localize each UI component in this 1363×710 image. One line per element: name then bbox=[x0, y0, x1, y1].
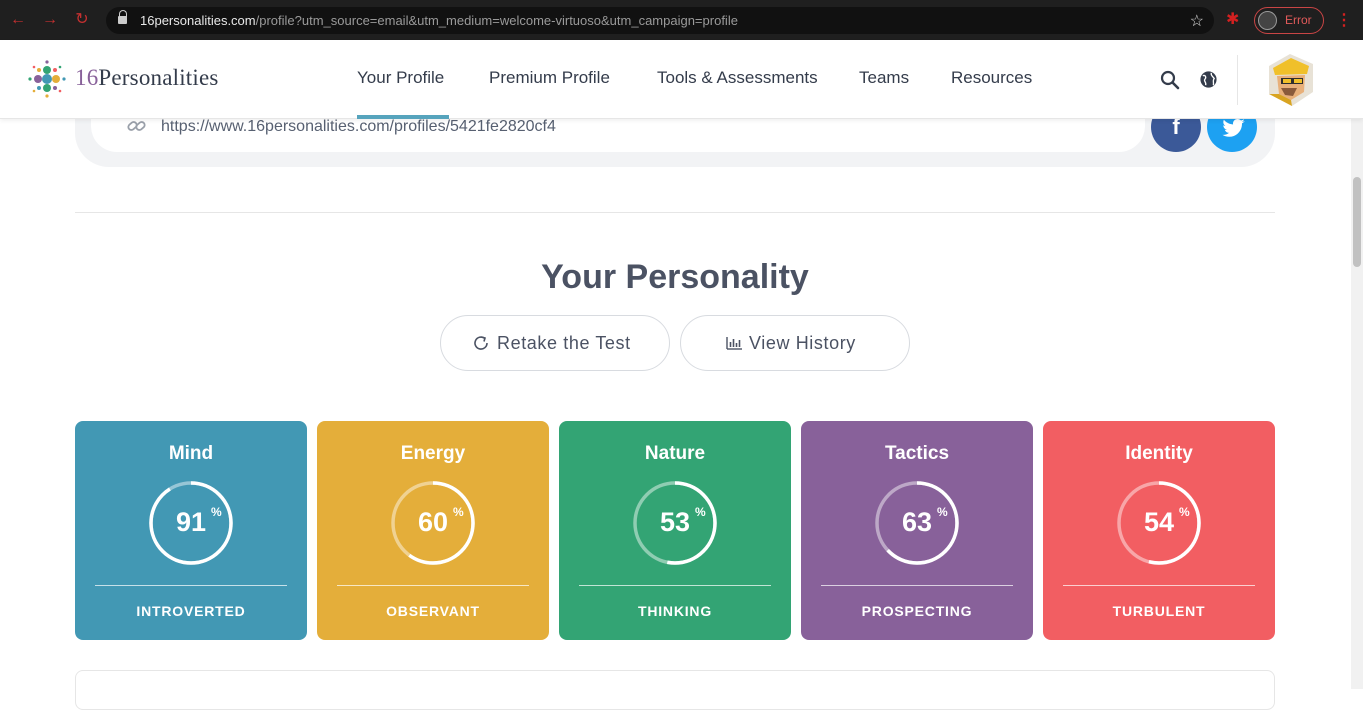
trait-name: Identity bbox=[1125, 443, 1193, 464]
trait-percent: 91 bbox=[175, 507, 207, 537]
percent-sign: % bbox=[211, 505, 222, 519]
avatar bbox=[1258, 11, 1277, 30]
next-section-panel bbox=[75, 670, 1275, 710]
card-divider bbox=[821, 585, 1013, 586]
profile-url[interactable]: https://www.16personalities.com/profiles… bbox=[161, 118, 556, 136]
trait-card-identity[interactable]: Identity 54 % TURBULENT bbox=[1043, 421, 1275, 640]
trait-value: THINKING bbox=[637, 603, 713, 619]
profile-error-button[interactable]: Error bbox=[1254, 7, 1324, 34]
globe-icon[interactable] bbox=[1199, 70, 1218, 89]
section-divider bbox=[75, 212, 1275, 213]
lock-icon bbox=[118, 10, 127, 25]
scrollbar-thumb[interactable] bbox=[1353, 177, 1361, 267]
trait-value: INTROVERTED bbox=[136, 603, 246, 619]
site-header: 16Personalities Your Profile Premium Pro… bbox=[0, 40, 1363, 119]
user-avatar[interactable] bbox=[1257, 48, 1323, 111]
trait-percent: 63 bbox=[901, 507, 933, 537]
trait-card-mind[interactable]: Mind 91 % INTROVERTED bbox=[75, 421, 307, 640]
trait-percent: 54 bbox=[1143, 507, 1175, 537]
browser-toolbar: ← → ↻ 16personalities.com/profile?utm_so… bbox=[0, 0, 1363, 40]
trait-value: OBSERVANT bbox=[386, 603, 480, 619]
nav-your-profile[interactable]: Your Profile bbox=[357, 68, 444, 88]
search-icon[interactable] bbox=[1160, 70, 1180, 90]
percent-sign: % bbox=[937, 505, 948, 519]
card-divider bbox=[579, 585, 771, 586]
percent-sign: % bbox=[695, 505, 706, 519]
retake-test-label: Retake the Test bbox=[497, 333, 631, 353]
nav-teams[interactable]: Teams bbox=[859, 68, 909, 88]
nav-premium-profile[interactable]: Premium Profile bbox=[489, 68, 610, 88]
address-url[interactable]: 16personalities.com/profile?utm_source=e… bbox=[140, 13, 738, 28]
back-arrow-icon[interactable]: ← bbox=[8, 10, 28, 30]
trait-card-energy[interactable]: Energy 60 % OBSERVANT bbox=[317, 421, 549, 640]
card-divider bbox=[1063, 585, 1255, 586]
card-divider bbox=[95, 585, 287, 586]
trait-name: Tactics bbox=[884, 443, 950, 464]
nav-tools-assessments[interactable]: Tools & Assessments bbox=[657, 68, 818, 88]
logo-wordmark: 16Personalities bbox=[75, 65, 219, 90]
trait-name: Energy bbox=[400, 443, 466, 464]
address-bar[interactable]: 16personalities.com/profile?utm_source=e… bbox=[106, 7, 1214, 34]
link-icon bbox=[127, 121, 146, 131]
trait-card-tactics[interactable]: Tactics 63 % PROSPECTING bbox=[801, 421, 1033, 640]
percent-sign: % bbox=[1179, 505, 1190, 519]
trait-card-nature[interactable]: Nature 53 % THINKING bbox=[559, 421, 791, 640]
page-scrollbar[interactable] bbox=[1351, 119, 1363, 689]
percent-sign: % bbox=[453, 505, 464, 519]
active-nav-indicator bbox=[357, 115, 449, 119]
refresh-icon bbox=[474, 336, 488, 350]
section-title: Your Personality bbox=[541, 258, 809, 296]
puzzle-icon[interactable]: ✱ bbox=[1226, 11, 1244, 29]
view-history-label: View History bbox=[749, 333, 856, 353]
site-logo[interactable]: 16Personalities bbox=[26, 57, 236, 101]
trait-value: PROSPECTING bbox=[861, 603, 973, 619]
view-history-button[interactable]: View History bbox=[680, 315, 910, 371]
nav-resources[interactable]: Resources bbox=[951, 68, 1032, 88]
card-divider bbox=[337, 585, 529, 586]
star-icon[interactable]: ☆ bbox=[1190, 11, 1204, 31]
header-divider bbox=[1237, 55, 1238, 105]
reload-icon[interactable]: ↻ bbox=[72, 10, 92, 30]
trait-percent: 53 bbox=[659, 507, 691, 537]
logo-dots-icon bbox=[28, 60, 66, 98]
trait-value: TURBULENT bbox=[1112, 603, 1206, 619]
forward-arrow-icon[interactable]: → bbox=[40, 10, 60, 30]
trait-percent: 60 bbox=[417, 507, 449, 537]
trait-name: Mind bbox=[168, 443, 214, 464]
trait-name: Nature bbox=[644, 443, 706, 464]
more-menu-icon[interactable]: ⋮ bbox=[1336, 10, 1352, 30]
retake-test-button[interactable]: Retake the Test bbox=[440, 315, 670, 371]
profile-status-label: Error bbox=[1285, 13, 1312, 27]
bar-chart-icon bbox=[726, 337, 742, 350]
